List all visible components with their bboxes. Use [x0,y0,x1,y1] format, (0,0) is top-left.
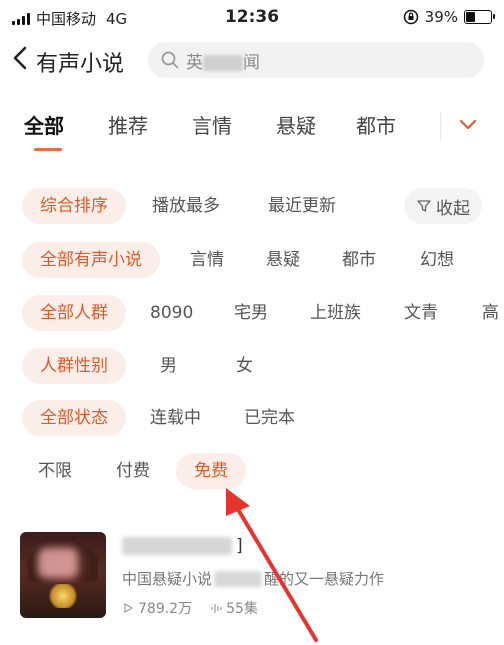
filter-status-all[interactable]: 全部状态 [22,400,126,436]
filter-audience-all[interactable]: 全部人群 [22,295,126,331]
tab-all[interactable]: 全部 [24,110,64,139]
orientation-lock-icon [403,9,418,25]
filter-row-sort: 综合排序 播放最多 最近更新 收起 [0,186,504,226]
filter-audience-office[interactable]: 上班族 [310,295,361,331]
header: 有声小说 英闻 [0,36,504,86]
filter-row-price: 不限 付费 免费 [0,451,504,491]
filter-icon [417,200,431,212]
filter-category-all[interactable]: 全部有声小说 [22,242,160,278]
filter-price-paid[interactable]: 付费 [116,453,150,489]
audio-wave-icon [211,604,222,613]
tab-recommended[interactable]: 推荐 [108,110,148,139]
tab-divider [440,112,441,140]
book-card[interactable]: ] 中国悬疑小说 醒的又一悬疑力作 789.2万 55集 [0,524,504,624]
status-right: 39% [403,8,495,26]
redacted-text [214,570,263,587]
back-button[interactable] [10,44,34,74]
tab-active-indicator [34,148,62,151]
filter-status-completed[interactable]: 已完本 [244,400,295,436]
filter-status-ongoing[interactable]: 连载中 [150,400,201,436]
tab-urban[interactable]: 都市 [356,110,396,139]
filter-audience-8090[interactable]: 8090 [150,295,193,331]
filter-audience-literary[interactable]: 文青 [404,295,438,331]
category-tabs: 全部 推荐 言情 悬疑 都市 [0,96,504,156]
filter-sort-recent[interactable]: 最近更新 [268,188,336,224]
filter-category-fantasy[interactable]: 幻想 [420,242,454,278]
filter-price-any[interactable]: 不限 [38,453,72,489]
battery-icon [464,10,495,24]
tab-suspense[interactable]: 悬疑 [276,110,316,139]
filter-gender-female[interactable]: 女 [236,348,253,384]
filter-row-audience: 全部人群 8090 宅男 上班族 文青 高 [0,293,504,333]
search-input[interactable]: 英闻 [148,42,484,78]
filter-category-urban[interactable]: 都市 [342,242,376,278]
episode-count: 55集 [226,601,258,617]
battery-percent: 39% [424,8,458,26]
book-meta: 789.2万 55集 [122,598,258,618]
filter-row-status: 全部状态 连载中 已完本 [0,398,504,438]
filter-category-romance[interactable]: 言情 [190,242,224,278]
tab-romance[interactable]: 言情 [192,110,232,139]
filter-row-gender: 人群性别 男 女 [0,346,504,386]
status-bar: 中国移动 4G 12:36 39% [0,0,504,36]
book-description: 中国悬疑小说 醒的又一悬疑力作 [122,570,385,588]
filter-audience-more[interactable]: 高 [482,295,504,331]
chevron-down-icon[interactable] [456,112,480,136]
redacted-text [122,537,232,555]
filter-category-suspense[interactable]: 悬疑 [266,242,300,278]
filter-audience-otaku[interactable]: 宅男 [234,295,268,331]
collapse-button[interactable]: 收起 [404,188,482,224]
play-icon [124,603,133,613]
filter-price-free[interactable]: 免费 [176,453,246,489]
filter-sort-comprehensive[interactable]: 综合排序 [22,188,126,224]
play-count: 789.2万 [138,601,193,617]
filter-gender-all[interactable]: 人群性别 [22,348,126,384]
chevron-left-icon [13,46,27,70]
page-title: 有声小说 [36,52,125,77]
filter-gender-male[interactable]: 男 [160,348,177,384]
collapse-label: 收起 [436,198,470,219]
redacted-text [203,54,243,71]
search-icon [161,51,179,69]
book-cover [20,532,106,618]
filter-sort-most-played[interactable]: 播放最多 [152,188,220,224]
search-placeholder: 英闻 [186,52,260,73]
filter-row-category: 全部有声小说 言情 悬疑 都市 幻想 [0,240,504,280]
book-title: ] [122,536,243,556]
